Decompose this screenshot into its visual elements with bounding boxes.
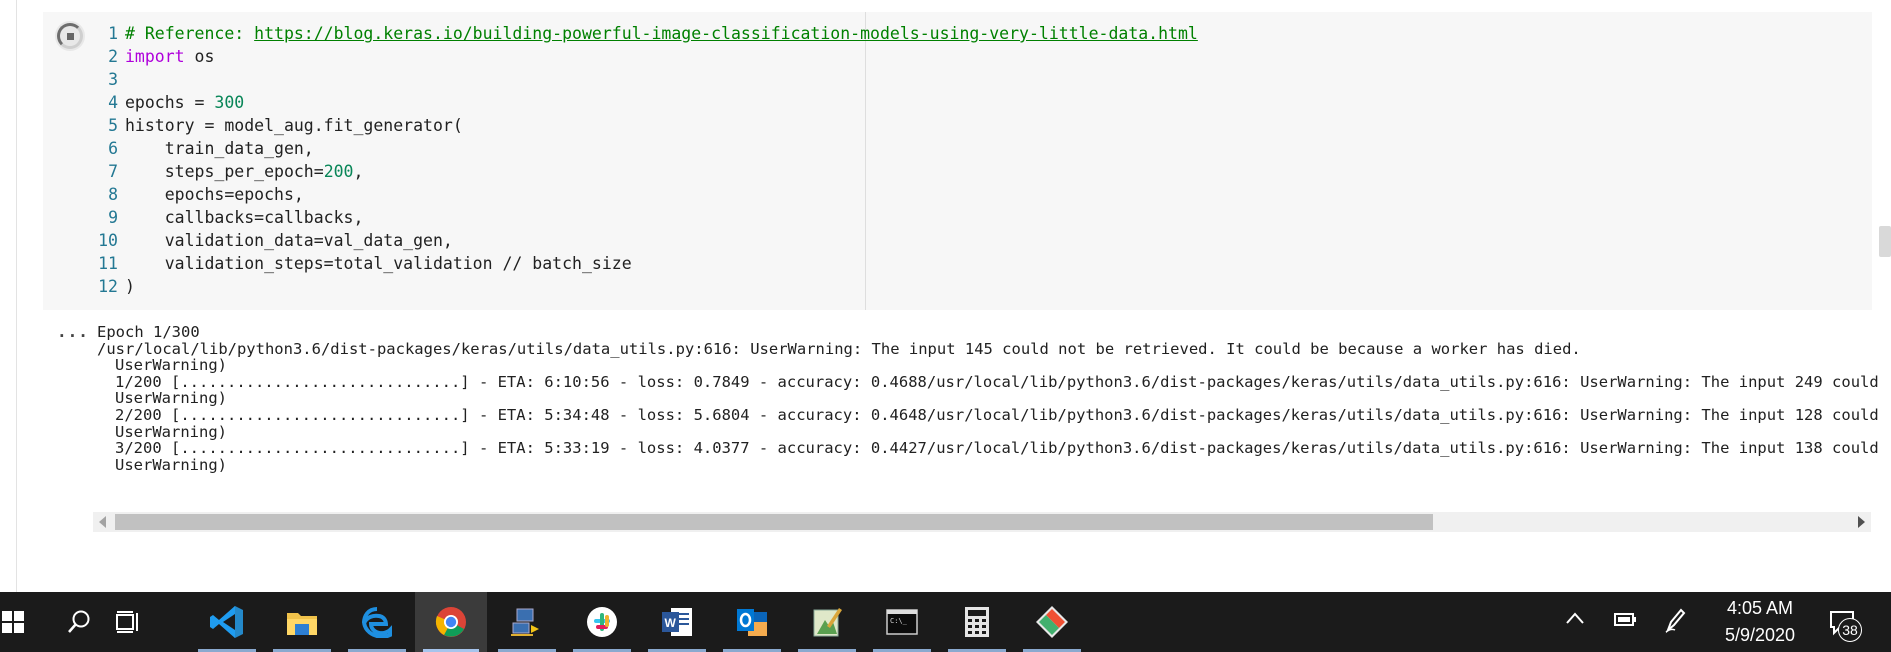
code-text: os xyxy=(184,47,215,66)
output-horizontal-scrollbar[interactable] xyxy=(93,512,1871,532)
taskbar-terminal-button[interactable]: C:\_ xyxy=(865,592,939,652)
code-text: steps_per_epoch= xyxy=(125,162,324,181)
taskbar-word-button[interactable]: W xyxy=(640,592,714,652)
edge-icon xyxy=(361,606,393,638)
word-icon: W xyxy=(661,607,693,637)
code-line: 6 train_data_gen, xyxy=(95,137,314,160)
code-text: train_data_gen, xyxy=(125,139,314,158)
scroll-left-icon[interactable] xyxy=(99,516,106,528)
output-line: 3/200 [..............................] -… xyxy=(115,439,1879,458)
pen-icon[interactable] xyxy=(1663,606,1687,634)
taskbar-notepad-button[interactable] xyxy=(790,592,864,652)
outlook-icon xyxy=(736,606,768,638)
svg-text:C:\_: C:\_ xyxy=(890,617,908,625)
taskbar-remote-desktop-button[interactable] xyxy=(490,592,564,652)
line-number: 1 xyxy=(108,24,118,43)
line-number: 10 xyxy=(98,231,118,250)
calculator-icon xyxy=(964,606,990,638)
svg-text:W: W xyxy=(665,616,677,630)
output-line: 2/200 [..............................] -… xyxy=(115,406,1879,424)
line-number: 12 xyxy=(98,277,118,296)
notepad-icon xyxy=(811,606,843,638)
chrome-icon xyxy=(435,606,467,638)
line-number: 7 xyxy=(108,162,118,181)
output-line: 1/200 [..............................] -… xyxy=(115,372,1879,391)
left-margin-rule xyxy=(16,0,17,592)
clock-date[interactable]: 5/9/2020 xyxy=(1700,625,1820,646)
stop-icon xyxy=(67,33,74,40)
line-number: 9 xyxy=(108,208,118,227)
search-icon xyxy=(66,609,92,635)
taskbar-slack-button[interactable] xyxy=(565,592,639,652)
code-comment: # Reference: xyxy=(125,24,255,43)
scroll-right-icon[interactable] xyxy=(1858,516,1865,528)
taskbar-calculator-button[interactable] xyxy=(940,592,1014,652)
line-number: 3 xyxy=(108,70,118,89)
stop-execution-button[interactable] xyxy=(55,21,85,51)
code-line: 1 # Reference: https://blog.keras.io/buil… xyxy=(95,22,1198,45)
taskbar-vscode-button[interactable] xyxy=(190,592,264,652)
code-line: 11 validation_steps=total_validation // … xyxy=(95,252,632,275)
code-text: callbacks=callbacks, xyxy=(125,208,364,227)
battery-icon[interactable] xyxy=(1612,609,1638,631)
code-keyword: import xyxy=(125,47,185,66)
line-number: 11 xyxy=(98,254,118,273)
code-line: 8 epochs=epochs, xyxy=(95,183,304,206)
code-line: 9 callbacks=callbacks, xyxy=(95,206,363,229)
taskbar-chrome-button[interactable] xyxy=(415,592,487,652)
vscode-icon xyxy=(209,604,245,640)
code-text: validation_steps=total_validation // bat… xyxy=(125,254,632,273)
line-number: 5 xyxy=(108,116,118,135)
taskbar-outlook-button[interactable] xyxy=(715,592,789,652)
code-text: validation_data=val_data_gen, xyxy=(125,231,453,250)
output-line: /usr/local/lib/python3.6/dist-packages/k… xyxy=(97,339,1581,358)
taskbar-task-view-button[interactable] xyxy=(94,592,160,652)
reference-link[interactable]: https://blog.keras.io/building-powerful-… xyxy=(254,24,1198,43)
code-line: 4 epochs = 300 xyxy=(95,91,244,114)
code-line: 10 validation_data=val_data_gen, xyxy=(95,229,453,252)
code-line: 12) xyxy=(95,275,135,298)
windows-start-icon xyxy=(2,611,24,633)
line-number: 6 xyxy=(108,139,118,158)
page-scrollbar-thumb[interactable] xyxy=(1879,226,1891,257)
task-view-icon xyxy=(114,610,140,634)
code-line: 2 import os xyxy=(95,45,214,68)
windows-taskbar: W C:\_ 4:05 AM 5/9/2020 38 xyxy=(0,592,1891,652)
code-line: 7 steps_per_epoch=200, xyxy=(95,160,363,183)
line-number: 4 xyxy=(108,93,118,112)
code-text: epochs = xyxy=(125,93,215,112)
scrollbar-thumb[interactable] xyxy=(115,514,1433,530)
clock-time[interactable]: 4:05 AM xyxy=(1700,598,1820,619)
code-text: , xyxy=(353,162,364,181)
code-text: ) xyxy=(125,277,135,296)
file-explorer-icon xyxy=(286,608,318,636)
taskbar-windows-start-button[interactable] xyxy=(0,592,26,652)
taskbar-file-explorer-button[interactable] xyxy=(265,592,339,652)
terminal-icon: C:\_ xyxy=(886,609,918,635)
code-line: 3 xyxy=(95,68,125,91)
ruler-line xyxy=(865,12,866,310)
taskbar-edge-button[interactable] xyxy=(340,592,414,652)
slack-icon xyxy=(586,606,618,638)
output-line: UserWarning) xyxy=(115,455,227,474)
code-line: 5 history = model_aug.fit_generator( xyxy=(95,114,463,137)
line-number: 8 xyxy=(108,185,118,204)
line-number: 2 xyxy=(108,47,118,66)
code-number: 200 xyxy=(323,162,354,181)
notification-count-badge[interactable]: 38 xyxy=(1838,618,1862,642)
code-text: history = model_aug.fit_generator( xyxy=(125,116,463,135)
code-text: epochs=epochs, xyxy=(125,185,304,204)
chevron-up-icon[interactable] xyxy=(1565,611,1585,625)
output-menu-button[interactable]: ... xyxy=(57,322,89,341)
remote-desktop-icon xyxy=(511,607,543,637)
taskbar-git-button[interactable] xyxy=(1015,592,1089,652)
git-icon xyxy=(1035,605,1069,639)
code-number: 300 xyxy=(214,93,245,112)
